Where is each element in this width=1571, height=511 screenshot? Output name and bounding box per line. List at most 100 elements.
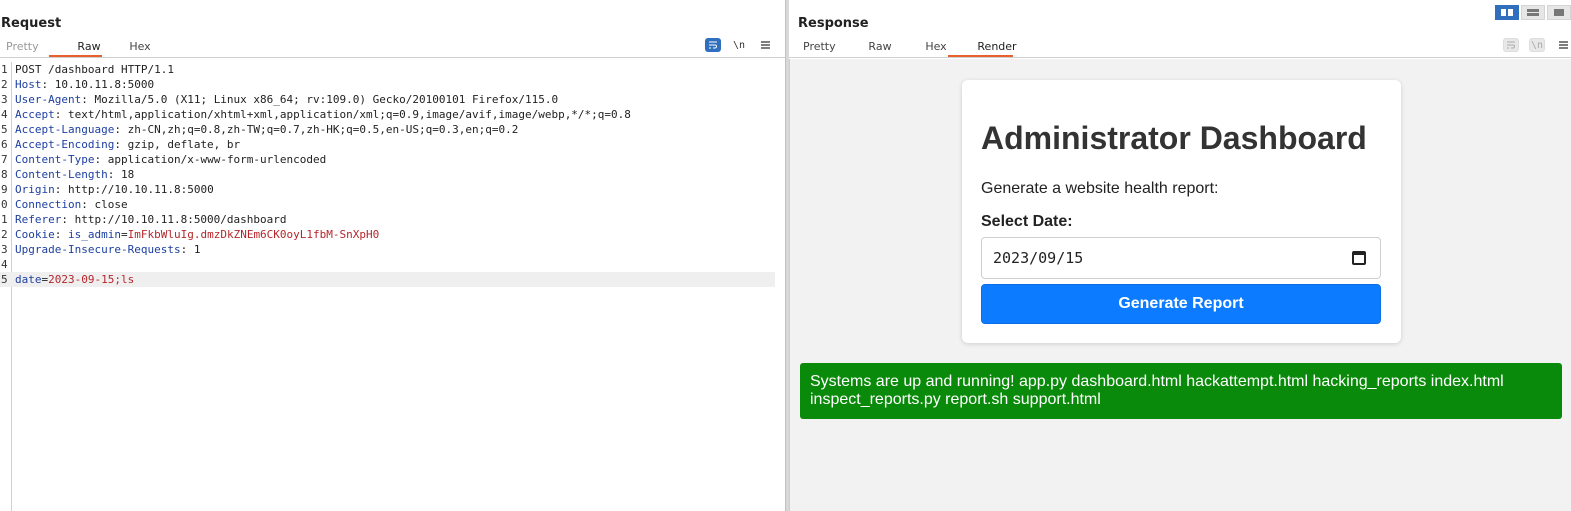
response-title: Response bbox=[798, 16, 869, 31]
header-value: gzip, deflate, br bbox=[120, 138, 241, 151]
response-tab-raw[interactable]: Raw bbox=[855, 40, 905, 58]
newline-icon: \n bbox=[1529, 38, 1545, 52]
line-code: Accept-Language: zh-CN,zh;q=0.8,zh-TW;q=… bbox=[15, 123, 519, 136]
header-name: Accept-Language bbox=[15, 123, 115, 136]
line-number: 5 bbox=[1, 273, 8, 286]
header-name: Accept-Encoding bbox=[15, 138, 115, 151]
wrap-icon bbox=[1503, 38, 1519, 52]
header-value: close bbox=[87, 198, 128, 211]
menu-icon[interactable] bbox=[757, 38, 773, 52]
line-number: 3 bbox=[1, 93, 8, 106]
line-number: 4 bbox=[1, 108, 8, 121]
line-code: Content-Type: application/x-www-form-url… bbox=[15, 153, 327, 166]
response-pane: Response Pretty Raw Hex Render \n Admini… bbox=[789, 0, 1571, 511]
line-code: User-Agent: Mozilla/5.0 (X11; Linux x86_… bbox=[15, 93, 559, 106]
request-line[interactable]: 3 User-Agent: Mozilla/5.0 (X11; Linux x86… bbox=[0, 92, 775, 107]
stacked-layout-icon[interactable] bbox=[1521, 5, 1545, 20]
menu-icon[interactable] bbox=[1555, 38, 1571, 52]
dashboard-heading: Administrator Dashboard bbox=[981, 120, 1367, 156]
line-number: 2 bbox=[1, 78, 8, 91]
header-name: Content-Length bbox=[15, 168, 108, 181]
request-line-text: POST /dashboard HTTP/1.1 bbox=[15, 63, 174, 76]
header-value: text/html,application/xhtml+xml,applicat… bbox=[61, 108, 631, 121]
request-line[interactable]: 2 Cookie: is_admin=ImFkbWluIg.dmzDkZNEm6C… bbox=[0, 227, 775, 242]
line-number: 6 bbox=[1, 138, 8, 151]
header-name: Connection bbox=[15, 198, 82, 211]
header-value: 1 bbox=[187, 243, 201, 256]
line-number: 8 bbox=[1, 168, 8, 181]
line-number: 1 bbox=[1, 213, 8, 226]
date-input-value: 2023/09/15 bbox=[993, 249, 1084, 267]
side-by-side-layout-icon[interactable] bbox=[1495, 5, 1519, 20]
date-label: Select Date: bbox=[981, 213, 1073, 230]
dashboard-description: Generate a website health report: bbox=[981, 180, 1219, 197]
line-code: POST /dashboard HTTP/1.1 bbox=[15, 62, 174, 77]
request-editor[interactable]: 1 POST /dashboard HTTP/1.1 2 Host: 10.10.11… bbox=[0, 62, 775, 511]
request-line[interactable]: 5 date=2023-09-15;ls bbox=[0, 272, 775, 287]
generate-report-button[interactable]: Generate Report bbox=[981, 284, 1381, 324]
header-value: zh-CN,zh;q=0.8,zh-TW;q=0.7,zh-HK;q=0.5,e… bbox=[120, 123, 519, 136]
report-result-banner: Systems are up and running! app.py dashb… bbox=[800, 363, 1562, 419]
request-line[interactable]: 1 Referer: http://10.10.11.8:5000/dashboa… bbox=[0, 212, 775, 227]
request-line[interactable]: 8 Content-Length: 18 bbox=[0, 167, 775, 182]
header-name: Content-Type bbox=[15, 153, 95, 166]
request-line[interactable]: 2 Host: 10.10.11.8:5000 bbox=[0, 77, 775, 92]
response-separator bbox=[789, 57, 1571, 58]
request-line[interactable]: 5 Accept-Language: zh-CN,zh;q=0.8,zh-TW;q… bbox=[0, 122, 775, 137]
line-number: 1 bbox=[1, 63, 8, 76]
line-number: 5 bbox=[1, 123, 8, 136]
newline-icon[interactable]: \n bbox=[731, 38, 747, 52]
header-name: Origin bbox=[15, 183, 55, 196]
header-value: application/x-www-form-urlencoded bbox=[101, 153, 327, 166]
header-name: User-Agent bbox=[15, 93, 82, 106]
wrap-icon[interactable] bbox=[705, 38, 721, 52]
calendar-icon[interactable] bbox=[1352, 251, 1366, 265]
request-separator bbox=[0, 57, 785, 58]
body-param-name: date bbox=[15, 273, 42, 286]
request-line[interactable]: 7 Content-Type: application/x-www-form-ur… bbox=[0, 152, 775, 167]
line-code: Host: 10.10.11.8:5000 bbox=[15, 78, 155, 91]
body-param-value: 2023-09-15;ls bbox=[48, 273, 135, 286]
line-code: Accept-Encoding: gzip, deflate, br bbox=[15, 138, 241, 151]
line-number: 2 bbox=[1, 228, 8, 241]
request-pane: Request Pretty Raw Hex \n 1 POST /dashboa… bbox=[0, 0, 785, 511]
header-name: Referer bbox=[15, 213, 62, 226]
render-view: Administrator Dashboard Generate a websi… bbox=[789, 59, 1571, 511]
request-line[interactable]: 1 POST /dashboard HTTP/1.1 bbox=[0, 62, 775, 77]
header-value: http://10.10.11.8:5000 bbox=[61, 183, 214, 196]
header-name: Accept bbox=[15, 108, 55, 121]
header-value: 18 bbox=[114, 168, 135, 181]
request-tab-hex[interactable]: Hex bbox=[120, 40, 160, 58]
request-line[interactable]: 0 Connection: close bbox=[0, 197, 775, 212]
line-code: Accept: text/html,application/xhtml+xml,… bbox=[15, 108, 631, 121]
request-line[interactable]: 4 bbox=[0, 257, 775, 272]
layout-switch bbox=[1493, 5, 1571, 20]
header-name: Host bbox=[15, 78, 42, 91]
dashboard-card: Administrator Dashboard Generate a websi… bbox=[962, 80, 1401, 343]
line-code: Upgrade-Insecure-Requests: 1 bbox=[15, 243, 201, 256]
line-code: Origin: http://10.10.11.8:5000 bbox=[15, 183, 214, 196]
tabbed-layout-icon[interactable] bbox=[1547, 5, 1571, 20]
header-value: Mozilla/5.0 (X11; Linux x86_64; rv:109.0… bbox=[87, 93, 559, 106]
request-line[interactable]: 3 Upgrade-Insecure-Requests: 1 bbox=[0, 242, 775, 257]
line-code: Connection: close bbox=[15, 198, 128, 211]
response-tab-pretty[interactable]: Pretty bbox=[803, 40, 849, 58]
line-number: 3 bbox=[1, 243, 8, 256]
line-number: 9 bbox=[1, 183, 8, 196]
request-line[interactable]: 4 Accept: text/html,application/xhtml+xml… bbox=[0, 107, 775, 122]
header-value: http://10.10.11.8:5000/dashboard bbox=[67, 213, 287, 226]
date-input[interactable]: 2023/09/15 bbox=[981, 237, 1381, 279]
cookie-name: is_admin bbox=[68, 228, 121, 241]
line-code: Content-Length: 18 bbox=[15, 168, 135, 181]
request-line[interactable]: 9 Origin: http://10.10.11.8:5000 bbox=[0, 182, 775, 197]
line-number: 0 bbox=[1, 198, 8, 211]
response-toolbar: \n bbox=[1493, 38, 1571, 52]
cookie-value: ImFkbWluIg.dmzDkZNEm6CK0oyL1fbM-SnXpH0 bbox=[127, 228, 380, 241]
line-code: Cookie: is_admin=ImFkbWluIg.dmzDkZNEm6CK… bbox=[15, 228, 380, 241]
request-line[interactable]: 6 Accept-Encoding: gzip, deflate, br bbox=[0, 137, 775, 152]
line-number: 7 bbox=[1, 153, 8, 166]
request-toolbar: \n bbox=[695, 38, 773, 52]
line-code: date=2023-09-15;ls bbox=[15, 273, 135, 286]
header-name: Upgrade-Insecure-Requests bbox=[15, 243, 181, 256]
header-name: Cookie bbox=[15, 228, 55, 241]
